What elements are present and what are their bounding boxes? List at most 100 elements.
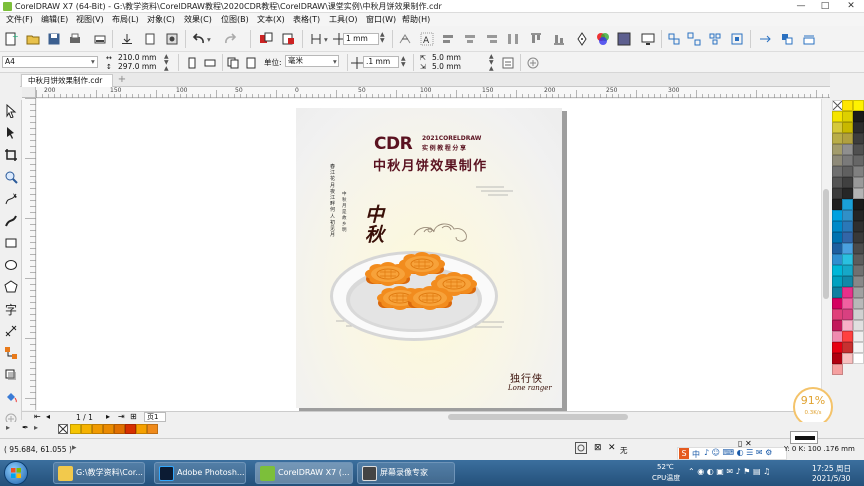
vertical-ruler[interactable] <box>22 98 36 410</box>
menu-window[interactable]: 窗口(W) <box>366 14 396 25</box>
color-swatch[interactable] <box>842 111 853 122</box>
color-swatch[interactable] <box>853 243 864 254</box>
tray-icons[interactable]: ⌃ ◉ ◐ ▣ ✉ ♪ ⚑ ▤ ♫ <box>688 467 770 476</box>
color-swatch[interactable] <box>853 144 864 155</box>
menu-text[interactable]: 文本(X) <box>257 14 285 25</box>
color-swatch[interactable] <box>853 232 864 243</box>
group-icon[interactable] <box>665 30 683 48</box>
color-swatch[interactable] <box>842 320 853 331</box>
color-swatch[interactable] <box>842 331 853 342</box>
menu-object[interactable]: 对象(C) <box>147 14 175 25</box>
menu-edit[interactable]: 编辑(E) <box>41 14 68 25</box>
color-swatch[interactable] <box>853 221 864 232</box>
freehand-tool-icon[interactable] <box>2 190 20 208</box>
taskbar-photoshop[interactable]: Adobe Photosh... <box>154 462 246 484</box>
no-color-swatch[interactable] <box>58 424 68 434</box>
ime-mode[interactable]: 中 <box>692 449 700 460</box>
color-swatch[interactable] <box>853 155 864 166</box>
menu-effects[interactable]: 效果(C) <box>184 14 212 25</box>
eyedropper-icon[interactable]: ✒ <box>22 423 29 432</box>
add-page-icon[interactable]: ⊞ <box>130 412 137 421</box>
color-swatch[interactable] <box>842 298 853 309</box>
size-spinner[interactable]: ▲ ▼ ▲ <box>164 54 169 72</box>
distribute-icon[interactable] <box>504 30 522 48</box>
zoom-tool-icon[interactable] <box>2 168 20 186</box>
nudge-distance-input[interactable]: .1 mm <box>363 56 399 68</box>
artistic-media-icon[interactable] <box>2 212 20 230</box>
color-swatch[interactable] <box>853 166 864 177</box>
color-swatch[interactable] <box>842 254 853 265</box>
color-swatch[interactable] <box>853 320 864 331</box>
shape-tool-icon[interactable] <box>2 124 20 142</box>
color-swatch[interactable] <box>853 276 864 287</box>
text-tool-icon[interactable]: 字 <box>2 300 20 318</box>
color-swatch[interactable] <box>853 298 864 309</box>
to-front-icon[interactable] <box>756 30 774 48</box>
color-swatch[interactable] <box>842 177 853 188</box>
connector-tool-icon[interactable] <box>2 344 20 362</box>
color-swatch[interactable] <box>842 287 853 298</box>
color-swatch[interactable] <box>853 331 864 342</box>
save-icon[interactable] <box>45 30 63 48</box>
next-page-icon[interactable]: ▸ <box>106 412 110 421</box>
color-swatch[interactable] <box>842 265 853 276</box>
taskbar-coreldraw[interactable]: CorelDRAW X7 (... <box>255 462 353 484</box>
color-swatch[interactable] <box>842 199 853 210</box>
first-page-icon[interactable]: ⇤ <box>34 412 41 421</box>
portrait-icon[interactable] <box>183 54 201 72</box>
align-center-icon[interactable] <box>461 30 479 48</box>
color-swatch[interactable] <box>842 210 853 221</box>
color-swatch[interactable] <box>842 133 853 144</box>
document-color-swatch[interactable] <box>114 424 125 434</box>
close-button[interactable]: ✕ <box>840 0 862 13</box>
maximize-button[interactable]: □ <box>814 0 836 13</box>
drop-shadow-icon[interactable] <box>2 366 20 384</box>
brand-chinese[interactable]: 独行侠 <box>510 370 543 385</box>
document-color-swatch[interactable] <box>125 424 136 434</box>
publish-pdf-icon[interactable] <box>163 30 181 48</box>
undo-icon[interactable] <box>190 30 208 48</box>
color-swatch[interactable] <box>842 243 853 254</box>
color-swatch[interactable] <box>832 364 843 375</box>
color-swatch[interactable] <box>853 133 864 144</box>
snap-to-icon[interactable] <box>307 30 325 48</box>
new-tab-icon[interactable]: + <box>116 74 128 86</box>
units-select[interactable]: 毫米 <box>285 55 339 67</box>
interactive-fill-icon[interactable] <box>2 388 20 406</box>
color-swatch[interactable] <box>842 309 853 320</box>
vertical-scrollbar[interactable] <box>821 99 830 411</box>
ungroup-icon[interactable] <box>685 30 703 48</box>
brand-english[interactable]: Lone ranger <box>508 384 552 392</box>
color-swatch[interactable] <box>842 144 853 155</box>
combine-icon[interactable] <box>728 30 746 48</box>
search-content-icon[interactable] <box>257 30 275 48</box>
polygon-tool-icon[interactable] <box>2 278 20 296</box>
taskbar-screen-recorder[interactable]: 屏幕录像专家 <box>357 462 455 484</box>
color-swatch[interactable] <box>853 177 864 188</box>
menu-file[interactable]: 文件(F) <box>6 14 33 25</box>
color-swatch[interactable] <box>842 221 853 232</box>
document-color-swatch[interactable] <box>92 424 103 434</box>
color-swatch[interactable] <box>853 210 864 221</box>
page-tab[interactable]: 页1 <box>144 412 166 422</box>
color-swatch[interactable] <box>853 353 864 364</box>
add-preset-icon[interactable] <box>524 54 542 72</box>
nudge-spinner[interactable]: ▲ ▼ <box>380 32 385 44</box>
mirror-icon[interactable] <box>800 30 818 48</box>
current-page-icon[interactable] <box>242 54 260 72</box>
document-color-swatch[interactable] <box>81 424 92 434</box>
color-swatch[interactable] <box>842 122 853 133</box>
palette-arrow-icon[interactable]: ▸ <box>34 423 38 432</box>
document-color-swatch[interactable] <box>136 424 147 434</box>
undo-dropdown-icon[interactable]: ▾ <box>207 35 211 44</box>
fill-color-icon[interactable] <box>615 30 633 48</box>
previous-page-icon[interactable]: ◂ <box>46 412 50 421</box>
all-pages-icon[interactable] <box>224 54 242 72</box>
start-button[interactable] <box>4 461 28 485</box>
color-swatch[interactable] <box>853 188 864 199</box>
rectangle-tool-icon[interactable] <box>2 234 20 252</box>
taskbar-explorer[interactable]: G:\教学资料\Cor... <box>53 462 145 484</box>
align-top-icon[interactable] <box>527 30 545 48</box>
color-swatch[interactable] <box>842 342 853 353</box>
color-swatch[interactable] <box>853 199 864 210</box>
